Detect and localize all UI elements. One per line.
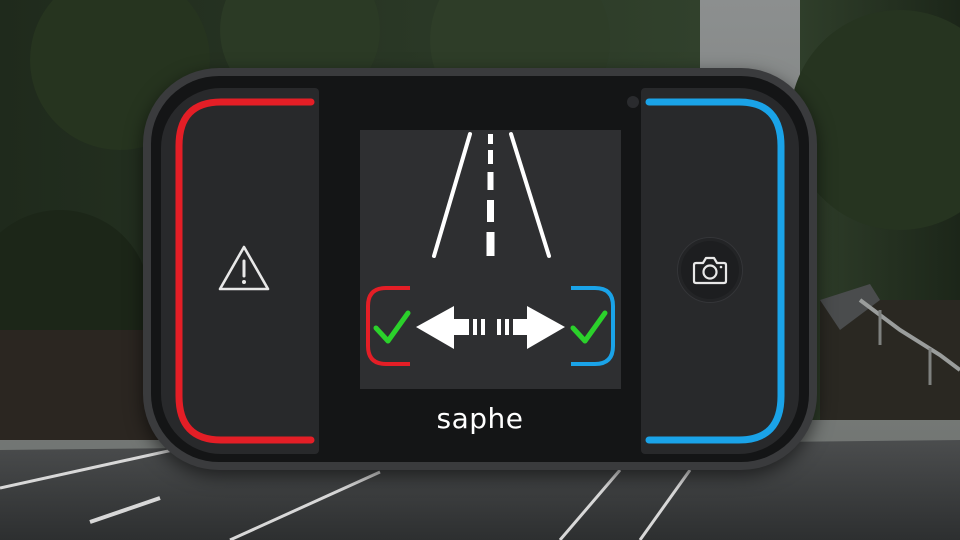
road-icon bbox=[432, 132, 551, 258]
center-display-area: saphe bbox=[321, 88, 639, 454]
light-sensor bbox=[627, 96, 639, 108]
device-face: saphe bbox=[151, 76, 809, 462]
right-check-icon bbox=[570, 286, 615, 366]
saphe-device: saphe bbox=[143, 68, 817, 470]
warning-triangle-icon bbox=[218, 245, 270, 291]
camera-button[interactable] bbox=[677, 237, 743, 303]
left-check-icon bbox=[366, 286, 411, 366]
camera-icon bbox=[692, 256, 728, 285]
screen-graphic bbox=[366, 132, 615, 366]
device-screen bbox=[360, 130, 621, 389]
double-arrow-icon bbox=[416, 306, 565, 349]
warning-button[interactable] bbox=[161, 88, 319, 454]
camera-button-panel[interactable] bbox=[641, 88, 799, 454]
brand-logo: saphe bbox=[436, 402, 524, 435]
